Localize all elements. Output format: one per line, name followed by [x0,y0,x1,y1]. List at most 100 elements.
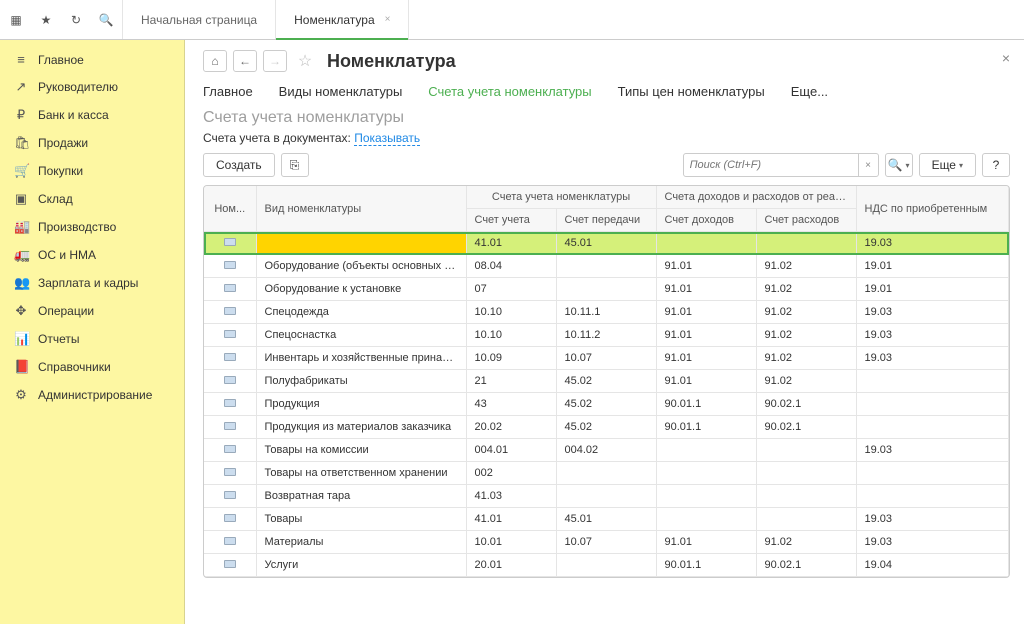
favorite-button[interactable]: ☆ [293,50,317,72]
table-row[interactable]: Возвратная тара41.03 [204,485,1009,508]
search-clear-button[interactable]: × [858,154,878,176]
sidebar-item-icon: 🚛 [14,247,28,263]
table-row[interactable]: Полуфабрикаты2145.0291.0191.02 [204,370,1009,393]
table-row[interactable]: 41.0145.0119.03 [204,232,1009,255]
sidebar-item[interactable]: ↗ Руководителю [0,73,184,101]
sidebar-item[interactable]: 🛒Покупки [0,157,184,185]
col-expense[interactable]: Счет расходов [756,209,856,232]
table-cell [204,324,256,347]
table-row[interactable]: Товары на ответственном хранении002 [204,462,1009,485]
secondary-tab[interactable]: Типы цен номенклатуры [618,80,765,103]
table-cell: Спецоснастка [256,324,466,347]
sidebar-item-icon: 📊 [14,331,28,347]
create-button[interactable]: Создать [203,153,275,177]
sidebar-item-icon: ↗ [14,79,28,95]
accounts-table: Ном... Вид номенклатуры Счета учета номе… [203,185,1010,578]
table-cell: 10.10 [466,324,556,347]
sidebar-item-label: Руководителю [38,80,118,94]
secondary-tab[interactable]: Еще... [791,80,828,103]
sidebar: ≡Главное ↗ Руководителю ₽Банк и касса🛍Прода… [0,40,185,624]
sidebar-item[interactable]: 🏭 Производство [0,213,184,241]
table-row[interactable]: Спецоснастка10.1010.11.291.0191.0219.03 [204,324,1009,347]
sidebar-item-label: Администрирование [38,388,152,402]
table-cell [756,232,856,255]
table-cell: 91.01 [656,324,756,347]
doc-info-link[interactable]: Показывать [354,131,420,146]
home-button[interactable]: ⌂ [203,50,227,72]
content-area: × ⌂ ← → ☆ Номенклатура Главное Виды номен… [185,40,1024,624]
table-cell [204,393,256,416]
close-page-button[interactable]: × [1002,50,1010,66]
table-cell: 10.11.1 [556,301,656,324]
table-cell: 004.02 [556,439,656,462]
top-tab[interactable]: Номенклатура× [276,0,409,39]
row-type-icon [224,537,236,545]
sidebar-item[interactable]: 📊Отчеты [0,325,184,353]
table-row[interactable]: Продукция из материалов заказчика20.0245… [204,416,1009,439]
secondary-tab[interactable]: Счета учета номенклатуры [428,80,591,103]
close-tab-icon[interactable]: × [385,14,391,25]
col-vat[interactable]: НДС по приобретенным [856,186,1008,232]
page-title: Номенклатура [327,51,456,72]
top-tab[interactable]: Начальная страница [123,0,276,39]
table-cell: 91.02 [756,347,856,370]
search-box[interactable]: × [683,153,879,177]
table-cell [656,462,756,485]
sidebar-item[interactable]: 📕Справочники [0,353,184,381]
table-row[interactable]: Оборудование (объекты основных с...08.04… [204,255,1009,278]
table-cell: 91.01 [656,370,756,393]
row-type-icon [224,491,236,499]
secondary-tab[interactable]: Виды номенклатуры [279,80,403,103]
col-acc[interactable]: Счет учета [466,209,556,232]
sidebar-item[interactable]: 🛍Продажи [0,129,184,157]
help-button[interactable]: ? [982,153,1010,177]
table-cell: 19.03 [856,347,1008,370]
table-cell [856,485,1008,508]
table-row[interactable]: Товары41.0145.0119.03 [204,508,1009,531]
table-row[interactable]: Спецодежда10.1010.11.191.0191.0219.03 [204,301,1009,324]
col-transfer[interactable]: Счет передачи [556,209,656,232]
col-nom[interactable]: Ном... [204,186,256,232]
col-income[interactable]: Счет доходов [656,209,756,232]
back-button[interactable]: ← [233,50,257,72]
sidebar-item[interactable]: ⚙Администрирование [0,381,184,409]
sidebar-item-label: Производство [38,220,116,234]
sidebar-item-icon: 🏭 [14,219,28,235]
table-row[interactable]: Продукция4345.0290.01.190.02.1 [204,393,1009,416]
sidebar-item[interactable]: 🚛ОС и НМА [0,241,184,269]
search-input[interactable] [684,159,858,171]
sidebar-item-icon: 🛍 [14,135,28,151]
secondary-tab[interactable]: Главное [203,80,253,103]
forward-button[interactable]: → [263,50,287,72]
sidebar-item-icon: ✥ [14,303,28,319]
secondary-tabs: Главное Виды номенклатуры Счета учета номе… [203,80,1010,103]
row-type-icon [224,468,236,476]
search-icon[interactable]: 🔍 [98,12,114,28]
table-row[interactable]: Материалы10.0110.0791.0191.0219.03 [204,531,1009,554]
table-cell [204,485,256,508]
search-dropdown-button[interactable]: 🔍▾ [885,153,913,177]
more-button[interactable]: Еще▾ [919,153,976,177]
sidebar-item[interactable]: ≡Главное [0,46,184,73]
table-row[interactable]: Товары на комиссии004.01004.0219.03 [204,439,1009,462]
copy-button[interactable]: ⎘ [281,153,309,177]
sidebar-item[interactable]: ₽Банк и касса [0,101,184,129]
table-cell [556,278,656,301]
table-cell: 19.03 [856,232,1008,255]
apps-icon[interactable]: ▦ [8,12,24,28]
table-row[interactable]: Инвентарь и хозяйственные принадл...10.0… [204,347,1009,370]
table-cell [256,232,466,255]
table-row[interactable]: Услуги20.0190.01.190.02.119.04 [204,554,1009,577]
sidebar-item[interactable]: ▣Склад [0,185,184,213]
sidebar-item[interactable]: 👥Зарплата и кадры [0,269,184,297]
table-cell [204,462,256,485]
table-cell: 20.01 [466,554,556,577]
table-cell [756,508,856,531]
history-icon[interactable]: ↻ [68,12,84,28]
table-cell: 19.01 [856,278,1008,301]
row-type-icon [224,307,236,315]
star-icon[interactable]: ★ [38,12,54,28]
col-kind[interactable]: Вид номенклатуры [256,186,466,232]
table-row[interactable]: Оборудование к установке0791.0191.0219.0… [204,278,1009,301]
sidebar-item[interactable]: ✥Операции [0,297,184,325]
